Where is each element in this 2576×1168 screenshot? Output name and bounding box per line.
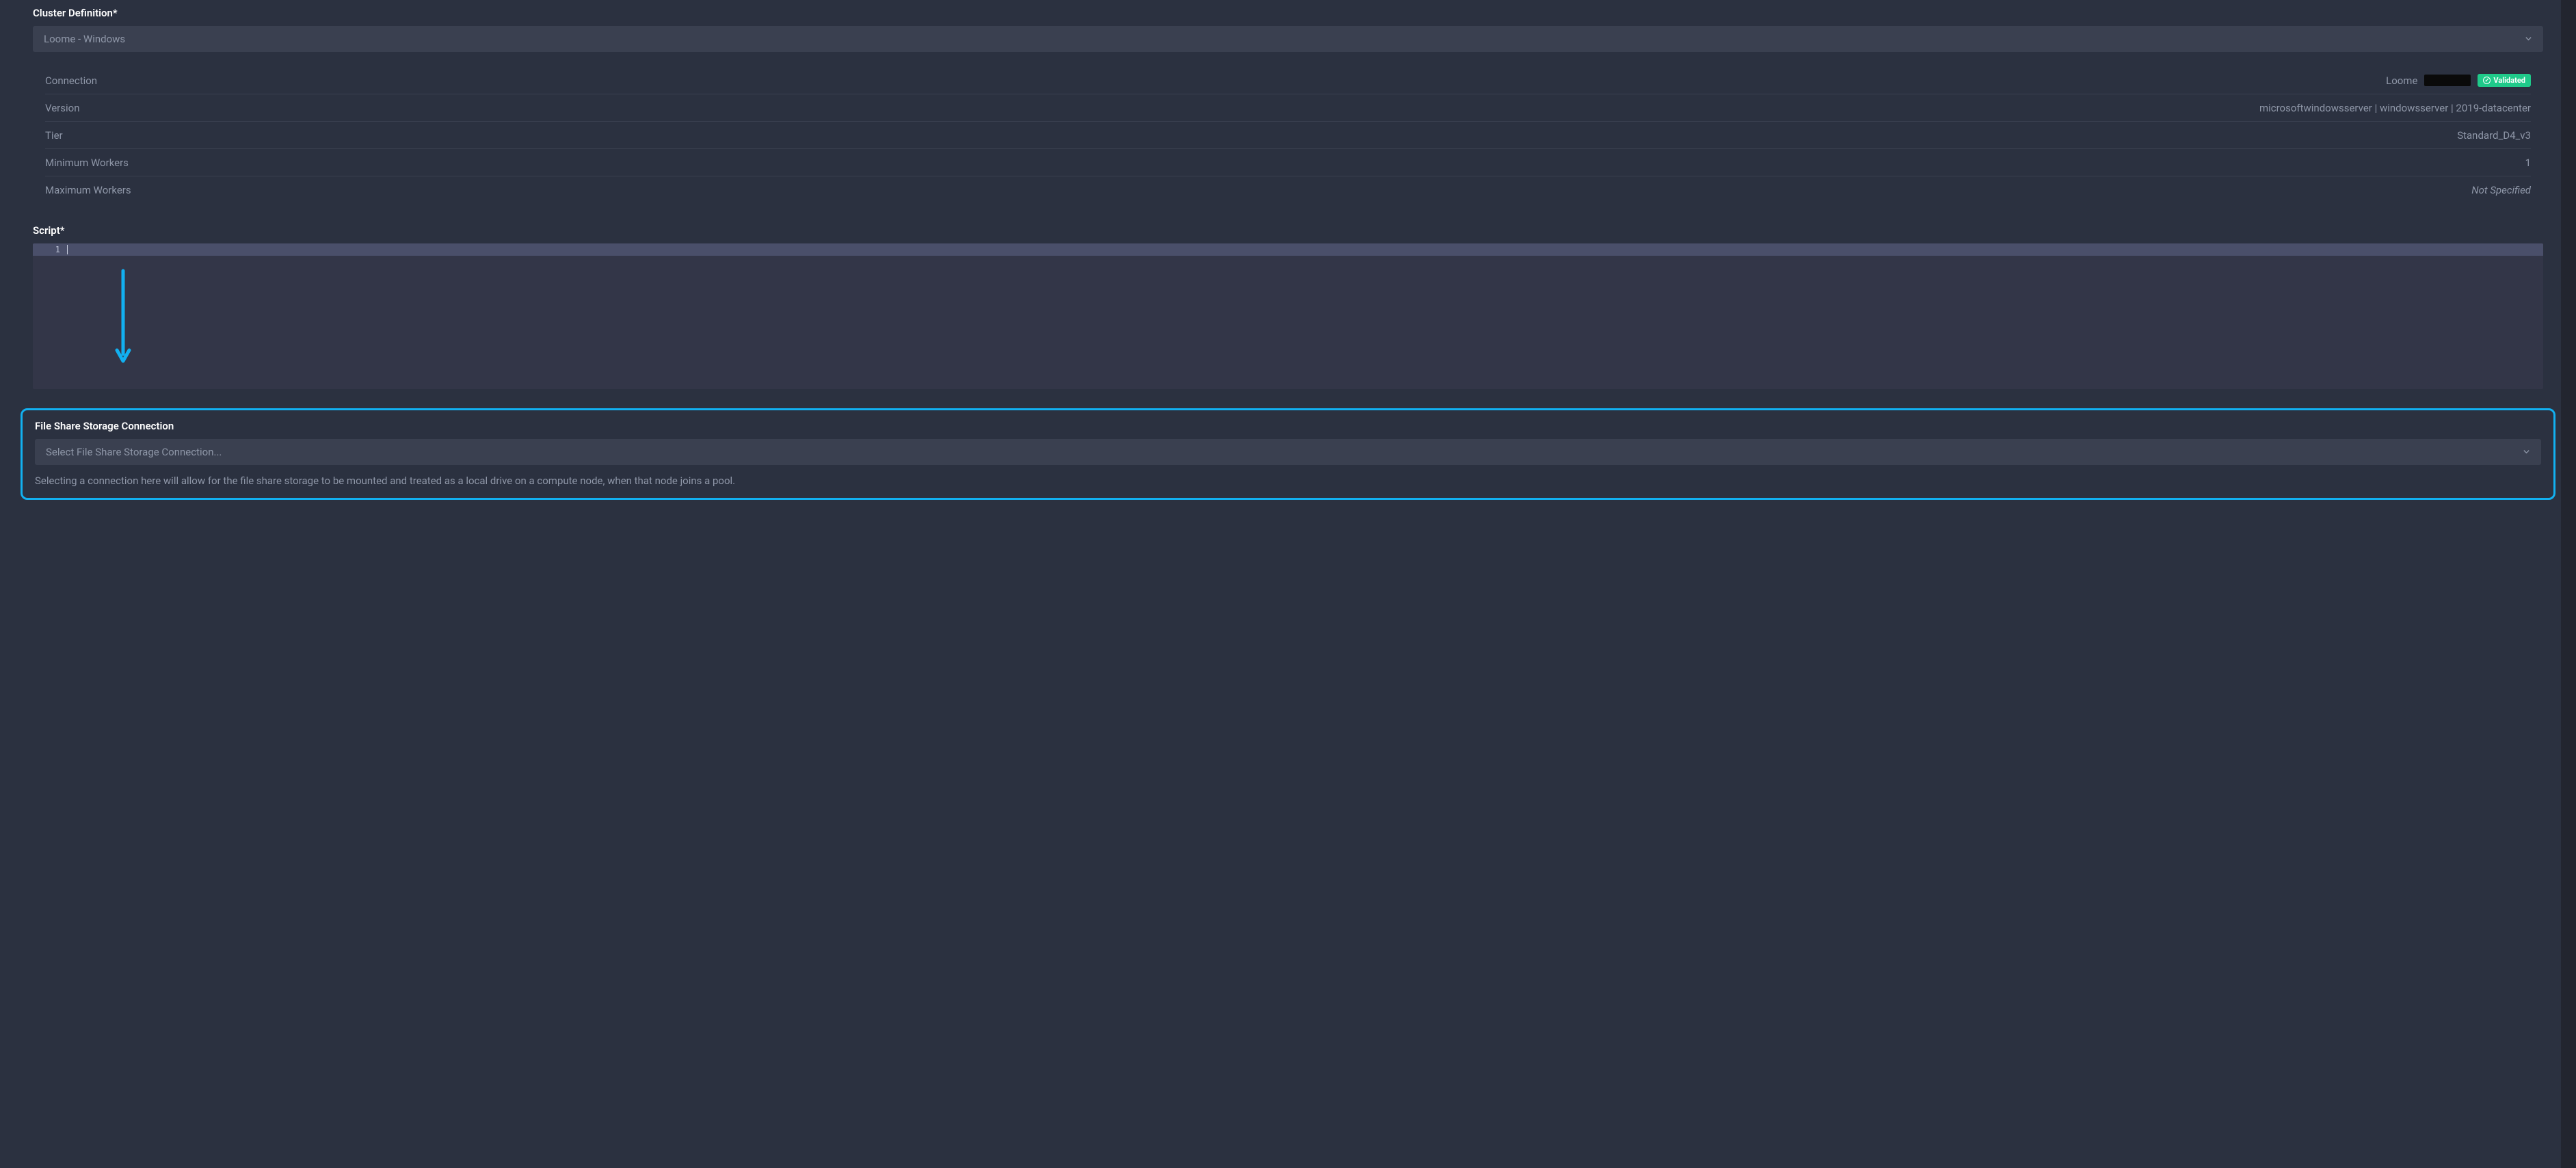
redacted-block <box>2424 75 2471 86</box>
chevron-down-icon <box>2523 446 2530 458</box>
min-workers-value: 1 <box>2525 157 2531 169</box>
cluster-definition-value: Loome - Windows <box>44 33 2525 45</box>
connection-value: Loome ✓ Validated <box>2386 74 2531 87</box>
cluster-definition-label: Cluster Definition* <box>33 7 2543 19</box>
cluster-details-table: Connection Loome ✓ Validated Version mic… <box>45 67 2531 204</box>
line-number: 1 <box>33 245 67 254</box>
table-row: Connection Loome ✓ Validated <box>45 67 2531 94</box>
check-circle-icon: ✓ <box>2483 77 2491 84</box>
max-workers-value: Not Specified <box>2471 184 2531 196</box>
table-row: Version microsoftwindowsserver | windows… <box>45 94 2531 122</box>
fileshare-select[interactable]: Select File Share Storage Connection... <box>35 439 2541 465</box>
tier-label: Tier <box>45 129 63 142</box>
fileshare-highlight-box: File Share Storage Connection Select Fil… <box>21 408 2555 500</box>
table-row: Minimum Workers 1 <box>45 149 2531 176</box>
min-workers-label: Minimum Workers <box>45 157 129 169</box>
validated-badge: ✓ Validated <box>2478 74 2531 87</box>
cluster-definition-select[interactable]: Loome - Windows <box>33 26 2543 52</box>
version-label: Version <box>45 102 80 114</box>
tier-value: Standard_D4_v3 <box>2457 129 2531 142</box>
cursor-icon <box>67 245 68 254</box>
fileshare-label: File Share Storage Connection <box>35 420 2541 432</box>
max-workers-label: Maximum Workers <box>45 184 131 196</box>
connection-label: Connection <box>45 75 97 87</box>
table-row: Maximum Workers Not Specified <box>45 176 2531 204</box>
arrow-down-icon <box>115 268 131 364</box>
fileshare-placeholder: Select File Share Storage Connection... <box>46 446 2523 458</box>
chevron-down-icon <box>2525 33 2532 45</box>
scrollbar[interactable] <box>2561 0 2576 1168</box>
table-row: Tier Standard_D4_v3 <box>45 122 2531 149</box>
fileshare-help-text: Selecting a connection here will allow f… <box>35 475 2541 487</box>
script-label: Script* <box>33 224 2543 237</box>
version-value: microsoftwindowsserver | windowsserver |… <box>2259 102 2531 114</box>
script-editor[interactable]: 1 <box>33 243 2543 389</box>
